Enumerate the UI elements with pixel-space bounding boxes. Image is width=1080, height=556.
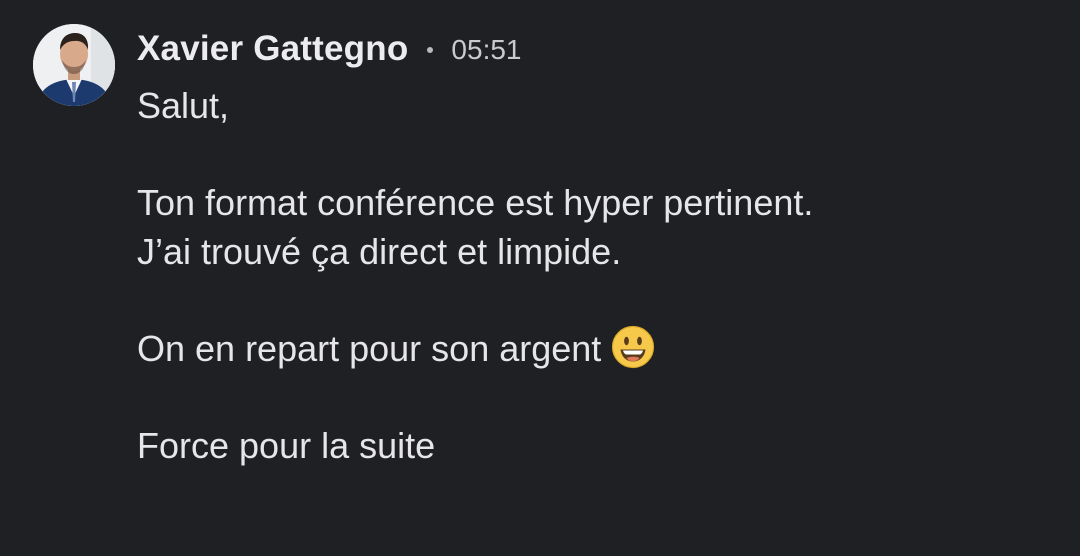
sender-avatar[interactable] [33,24,115,106]
message-line: Salut, [137,85,230,126]
message-timestamp: 05:51 [451,34,522,65]
grinning-face-emoji-icon [612,325,655,368]
chat-message: Xavier Gattegno 05:51 Salut, Ton format … [0,0,1080,556]
separator-dot [427,47,434,53]
message-body: Salut, Ton format conférence est hyper p… [137,82,1057,470]
message-header: Xavier Gattegno 05:51 [137,26,522,72]
message-line: J’ai trouvé ça direct et limpide. [137,230,622,272]
message-line: Force pour la suite [137,424,436,466]
profile-photo-icon [33,24,115,106]
sender-name[interactable]: Xavier Gattegno [137,29,408,69]
message-line: Ton format conférence est hyper pertinen… [137,182,814,223]
message-line-text: On en repart pour son argent [137,327,602,369]
message-line-with-emoji: On en repart pour son argent [137,325,1057,374]
